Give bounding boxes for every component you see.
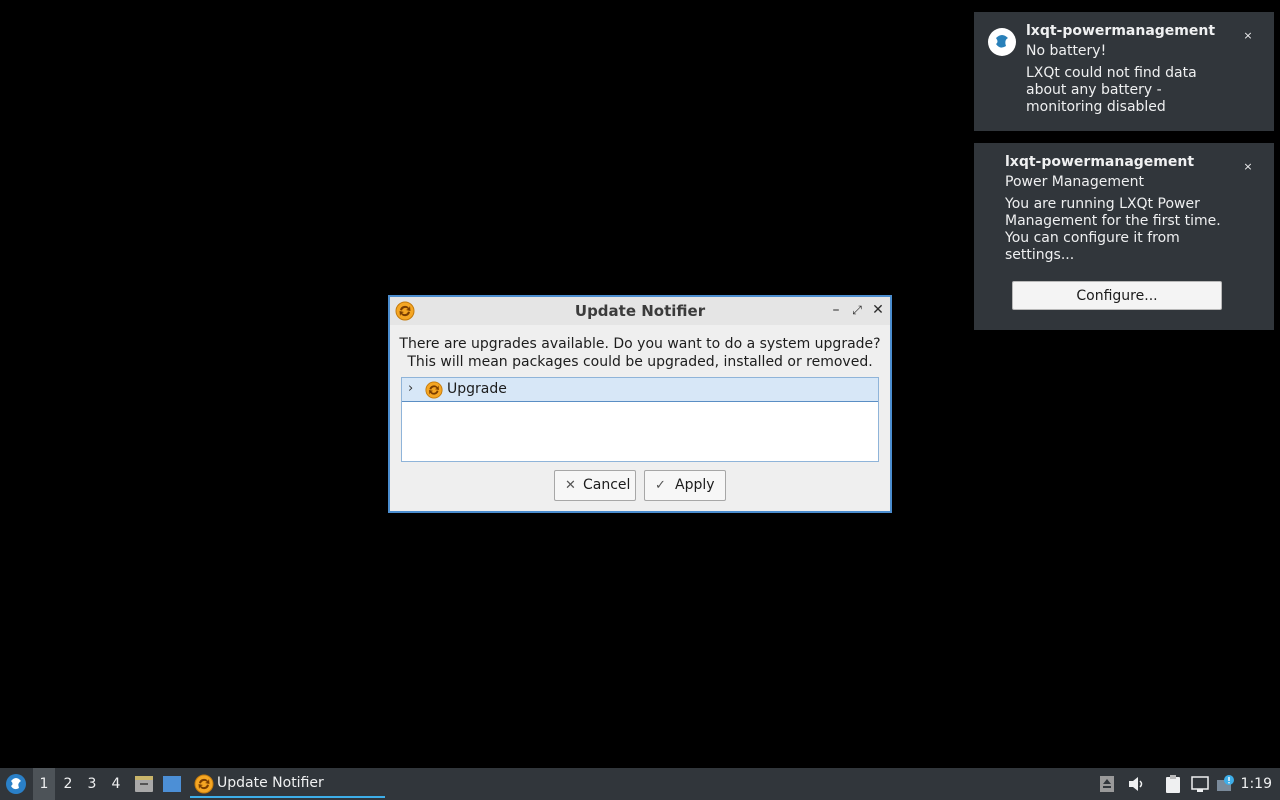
notification-close-button[interactable]: × [1240, 28, 1256, 44]
notification-app-name: lxqt-powermanagement [1005, 154, 1195, 170]
task-label: Update Notifier [217, 775, 324, 791]
maximize-button[interactable]: ⤢ [848, 301, 866, 319]
checkmark-icon: ✓ [655, 478, 666, 493]
message-line-2: This will mean packages could be upgrade… [407, 354, 873, 370]
dialog-titlebar[interactable]: Update Notifier – ⤢ ✕ [390, 297, 890, 325]
tree-item-label: Upgrade [447, 381, 507, 397]
file-manager-icon[interactable] [134, 774, 154, 794]
update-notification-icon[interactable] [1216, 774, 1236, 794]
clipboard-icon[interactable] [1163, 774, 1183, 794]
taskbar: 1 2 3 4 Update Notifier 1:19 [0, 768, 1280, 800]
upgrade-tree-view[interactable]: › Upgrade [401, 377, 879, 462]
clock[interactable]: 1:19 [1241, 768, 1272, 800]
cancel-icon: ✕ [565, 478, 576, 493]
configure-button[interactable]: Configure... [1012, 281, 1222, 310]
notification-body: LXQt could not find data about any batte… [1026, 65, 1197, 115]
lxqt-logo-icon [988, 28, 1016, 56]
network-icon[interactable] [1190, 774, 1210, 794]
update-notifier-dialog: Update Notifier – ⤢ ✕ There are upgrades… [388, 295, 892, 513]
dialog-message: There are upgrades available. Do you wan… [390, 335, 890, 371]
message-line-1: There are upgrades available. Do you wan… [399, 336, 881, 352]
close-button[interactable]: ✕ [869, 301, 887, 319]
cancel-button[interactable]: ✕ Cancel [554, 470, 636, 501]
update-notifier-icon [194, 774, 214, 794]
task-update-notifier[interactable]: Update Notifier [190, 770, 385, 798]
notification-body: You are running LXQt Power Management fo… [1005, 196, 1221, 263]
desktop-switch-3[interactable]: 3 [81, 768, 103, 800]
start-menu-icon[interactable] [5, 773, 27, 795]
notification-power-management[interactable]: lxqt-powermanagement Power Management Yo… [974, 143, 1274, 330]
expand-chevron-icon[interactable]: › [408, 381, 413, 396]
apply-button[interactable]: ✓ Apply [644, 470, 726, 501]
notification-close-button[interactable]: × [1240, 159, 1256, 175]
dialog-title: Update Notifier [574, 302, 706, 320]
update-notifier-icon [425, 381, 443, 399]
minimize-button[interactable]: – [827, 301, 845, 319]
notification-summary: Power Management [1005, 174, 1145, 190]
eject-icon[interactable] [1097, 774, 1117, 794]
tree-item-upgrade[interactable]: › Upgrade [402, 378, 878, 402]
notification-summary: No battery! [1026, 43, 1107, 59]
show-desktop-icon[interactable] [162, 774, 182, 794]
notification-no-battery[interactable]: lxqt-powermanagement No battery! LXQt co… [974, 12, 1274, 131]
desktop-switch-4[interactable]: 4 [105, 768, 127, 800]
desktop-switch-2[interactable]: 2 [57, 768, 79, 800]
volume-icon[interactable] [1126, 774, 1146, 794]
desktop-switch-1[interactable]: 1 [33, 768, 55, 800]
cancel-label: Cancel [583, 477, 631, 493]
apply-label: Apply [675, 477, 715, 493]
notification-app-name: lxqt-powermanagement [1026, 23, 1216, 39]
